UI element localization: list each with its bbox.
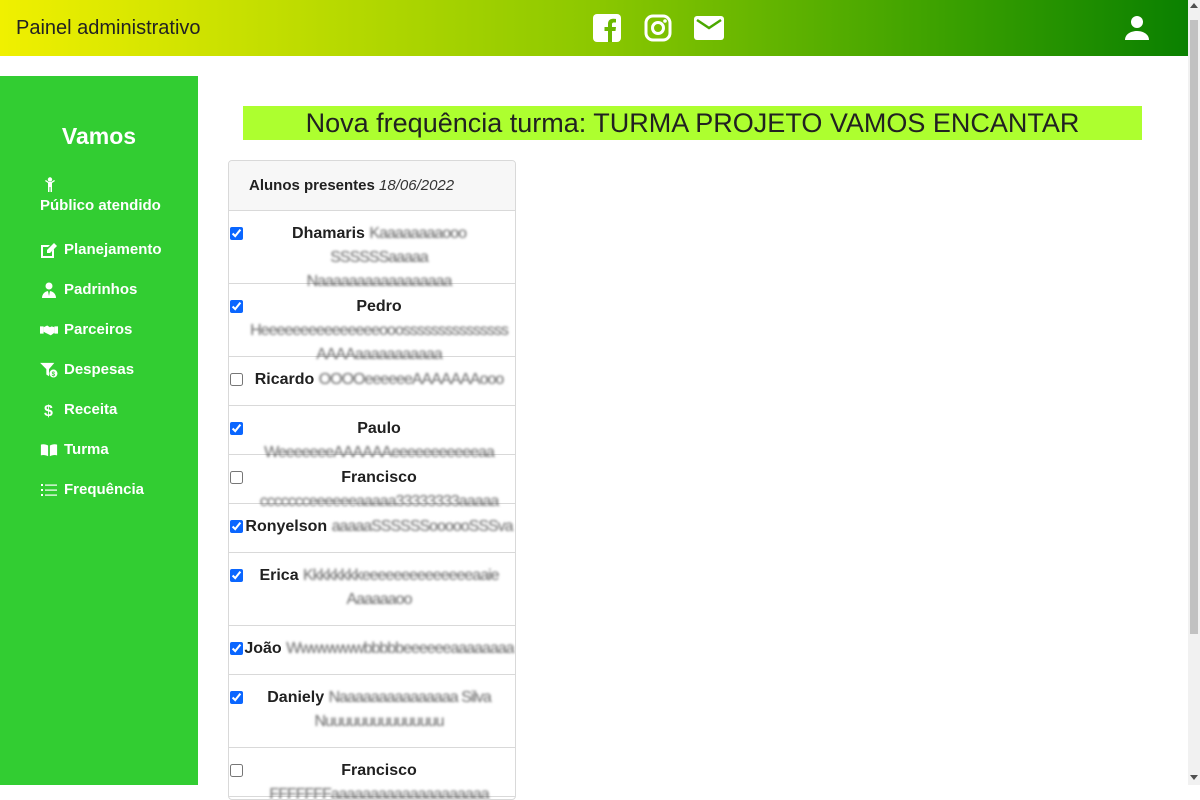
scroll-up-arrow-icon[interactable] bbox=[1190, 3, 1198, 8]
sidebar-item-publico-atendido[interactable]: Público atendido bbox=[40, 177, 161, 214]
sidebar-item-parceiros[interactable]: Parceiros bbox=[40, 321, 132, 338]
card-header: Alunos presentes 18/06/2022 bbox=[229, 161, 515, 211]
funnel-dollar-icon: $ bbox=[40, 362, 58, 378]
student-surname-blurred: aaaaaSSSSSSoooooSSSva bbox=[331, 518, 514, 535]
student-name: Erica Kkkkkkkkeeeeeeeeeeeeeeaaie Aaaaaaoo bbox=[243, 564, 515, 612]
sidebar-item-label: Público atendido bbox=[40, 197, 161, 214]
sidebar-item-label: Planejamento bbox=[64, 241, 162, 258]
list-icon bbox=[41, 483, 57, 496]
student-row: Paulo WeeeeeeeAAAAAAeeeeeeeeeeeaa bbox=[229, 406, 515, 461]
student-first-name: João bbox=[244, 640, 287, 657]
top-navbar: Painel administrativo bbox=[0, 0, 1188, 56]
student-name: Ricardo OOOOeeeeeeAAAAAAAooo bbox=[243, 368, 515, 392]
student-row: Ronyelson aaaaaSSSSSSoooooSSSva bbox=[229, 504, 515, 553]
student-first-name: Erica bbox=[259, 567, 304, 584]
student-name: Ronyelson aaaaaSSSSSSoooooSSSva bbox=[243, 515, 515, 539]
student-row: Ricardo OOOOeeeeeeAAAAAAAooo bbox=[229, 357, 515, 406]
student-present-checkbox[interactable] bbox=[230, 227, 243, 240]
student-surname-blurred: Kkkkkkkkeeeeeeeeeeeeeeaaie bbox=[303, 567, 499, 584]
student-row: Dhamaris Kaaaaaaaaooo SSSSSSaaaaa Naaaaaa… bbox=[229, 211, 515, 290]
sidebar-item-despesas[interactable]: $ Despesas bbox=[40, 361, 134, 378]
handshake-icon bbox=[40, 325, 58, 335]
sidebar-item-planejamento[interactable]: Planejamento bbox=[40, 241, 162, 258]
user-icon[interactable] bbox=[1122, 13, 1152, 43]
student-row: Francisco FFFFFFFaaaaaaaaaaaaaaaaaaaa bbox=[229, 748, 515, 800]
sidebar-item-label: Receita bbox=[64, 401, 118, 418]
student-surname-line2-blurred: Aaaaaaoo bbox=[346, 591, 413, 608]
sidebar-item-frequencia[interactable]: Frequência bbox=[40, 481, 144, 498]
student-first-name: Daniely bbox=[267, 689, 329, 706]
scroll-down-arrow-icon[interactable] bbox=[1190, 775, 1198, 780]
student-surname-blurred: Wwwwwwwbbbbbeeeeeeaaaaaaaa bbox=[286, 640, 514, 657]
student-surname-blurred: Naaaaaaaaaaaaaaa Silva bbox=[328, 689, 492, 706]
student-name: Francisco FFFFFFFaaaaaaaaaaaaaaaaaaaa bbox=[243, 759, 515, 800]
sidebar-item-label: Turma bbox=[64, 441, 109, 458]
svg-text:$: $ bbox=[44, 403, 53, 418]
sidebar-item-label: Frequência bbox=[64, 481, 145, 498]
book-icon bbox=[40, 443, 58, 456]
sidebar-item-label: Despesas bbox=[64, 361, 135, 378]
student-present-checkbox[interactable] bbox=[230, 520, 243, 533]
student-present-checkbox[interactable] bbox=[230, 471, 243, 484]
edit-icon bbox=[41, 242, 57, 258]
sidebar: Vamos Público atendido Planejamento Padr… bbox=[0, 76, 198, 785]
card-header-date: 18/06/2022 bbox=[379, 177, 455, 194]
student-first-name: Pedro bbox=[356, 298, 402, 315]
student-present-checkbox[interactable] bbox=[230, 373, 243, 386]
student-first-name: Francisco bbox=[341, 469, 417, 486]
card-header-label: Alunos presentes bbox=[249, 177, 375, 194]
student-present-checkbox[interactable] bbox=[230, 569, 243, 582]
page-title: Nova frequência turma: TURMA PROJETO VAM… bbox=[243, 106, 1142, 140]
app-brand[interactable]: Painel administrativo bbox=[16, 17, 201, 40]
student-present-checkbox[interactable] bbox=[230, 642, 243, 655]
student-name: João Wwwwwwwbbbbbeeeeeeaaaaaaaa bbox=[243, 637, 515, 661]
user-tie-icon bbox=[42, 282, 56, 298]
student-first-name: Dhamaris bbox=[292, 225, 370, 242]
student-present-checkbox[interactable] bbox=[230, 764, 243, 777]
student-present-checkbox[interactable] bbox=[230, 300, 243, 313]
mail-icon[interactable] bbox=[692, 12, 725, 44]
page-scrollbar[interactable] bbox=[1188, 0, 1200, 785]
attendance-card: Alunos presentes 18/06/2022 Dhamaris Kaa… bbox=[228, 160, 516, 800]
sidebar-item-padrinhos[interactable]: Padrinhos bbox=[40, 281, 137, 298]
student-row: João Wwwwwwwbbbbbeeeeeeaaaaaaaa bbox=[229, 626, 515, 675]
scrollbar-thumb[interactable] bbox=[1190, 20, 1198, 634]
social-links bbox=[590, 12, 725, 44]
sidebar-item-label: Padrinhos bbox=[64, 281, 138, 298]
student-surname-blurred: FFFFFFFaaaaaaaaaaaaaaaaaaaa bbox=[269, 786, 489, 800]
svg-text:$: $ bbox=[52, 371, 56, 378]
sidebar-item-turma[interactable]: Turma bbox=[40, 441, 109, 458]
student-surname-line2-blurred: Nuuuuuuuuuuuuuuu bbox=[314, 713, 444, 730]
student-name: Daniely Naaaaaaaaaaaaaaa Silva Nuuuuuuuuu… bbox=[243, 686, 515, 734]
facebook-icon[interactable] bbox=[590, 12, 623, 44]
student-row: Erica Kkkkkkkkeeeeeeeeeeeeeeaaie Aaaaaaoo bbox=[229, 553, 515, 626]
sidebar-title: Vamos bbox=[61, 123, 137, 149]
student-present-checkbox[interactable] bbox=[230, 422, 243, 435]
sidebar-item-label: Parceiros bbox=[64, 321, 133, 338]
sidebar-item-receita[interactable]: $ Receita bbox=[40, 401, 117, 418]
student-first-name: Paulo bbox=[357, 420, 401, 437]
student-present-checkbox[interactable] bbox=[230, 691, 243, 704]
student-first-name: Francisco bbox=[341, 762, 417, 779]
student-first-name: Ricardo bbox=[254, 371, 319, 388]
instagram-icon[interactable] bbox=[641, 12, 674, 44]
student-row: Pedro Heeeeeeeeeeeeeeeooosssssssssssssss… bbox=[229, 284, 515, 363]
student-surname-blurred: Heeeeeeeeeeeeeeeooosssssssssssssss bbox=[250, 322, 509, 339]
person-icon bbox=[45, 177, 55, 192]
student-row: Daniely Naaaaaaaaaaaaaaa Silva Nuuuuuuuuu… bbox=[229, 675, 515, 748]
student-surname-blurred: OOOOeeeeeeAAAAAAAooo bbox=[318, 371, 505, 388]
student-first-name: Ronyelson bbox=[245, 518, 332, 535]
student-row: Francisco ccccccceeeeeeaaaaa33333333aaaa… bbox=[229, 455, 515, 510]
dollar-icon: $ bbox=[44, 403, 53, 418]
